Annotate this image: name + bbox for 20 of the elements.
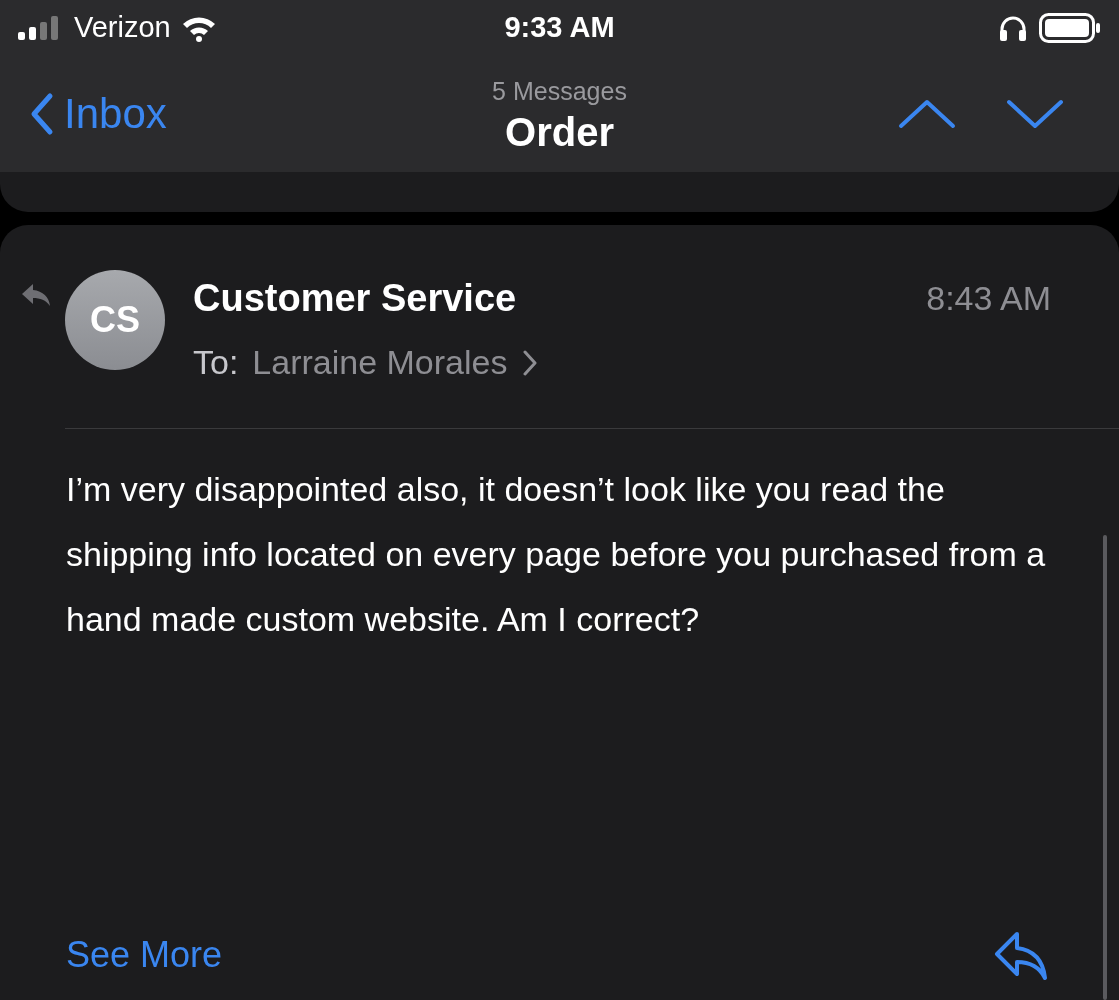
reply-icon bbox=[20, 282, 52, 308]
back-chevron-icon bbox=[30, 91, 54, 136]
message-time: 8:43 AM bbox=[926, 278, 1051, 319]
back-button[interactable]: Inbox bbox=[30, 82, 330, 145]
recipient-link[interactable]: Larraine Morales bbox=[252, 337, 538, 388]
next-message-icon[interactable] bbox=[1006, 98, 1064, 129]
avatar: CS bbox=[65, 270, 165, 370]
previous-message-icon[interactable] bbox=[898, 98, 956, 129]
reply-icon[interactable] bbox=[993, 930, 1049, 982]
headphones-icon bbox=[999, 14, 1027, 41]
thread-title: Order bbox=[505, 110, 614, 155]
battery-icon bbox=[1039, 12, 1101, 43]
sender-name: Customer Service bbox=[193, 276, 517, 321]
carrier-name: Verizon bbox=[74, 9, 171, 45]
chevron-right-icon bbox=[523, 349, 538, 376]
message-count: 5 Messages bbox=[492, 75, 627, 107]
see-more-link[interactable]: See More bbox=[66, 928, 223, 982]
clock: 9:33 AM bbox=[504, 9, 615, 45]
to-label: To: bbox=[193, 342, 239, 383]
message-body: I’m very disappointed also, it doesn’t look like you read the shipping info located on every page before you purchased from a hand made custom website. Am I correct? bbox=[66, 469, 1046, 640]
